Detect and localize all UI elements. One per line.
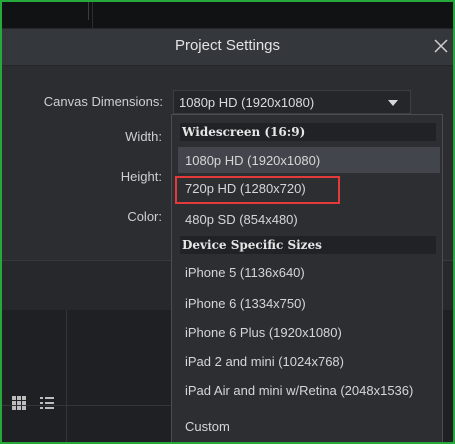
height-label: Height: bbox=[120, 169, 162, 184]
divider bbox=[88, 2, 89, 20]
grid-view-icon[interactable] bbox=[12, 396, 26, 410]
dropdown-item-iphone5[interactable]: iPhone 5 (1136x640) bbox=[185, 265, 305, 280]
dropdown-item-480p[interactable]: 480p SD (854x480) bbox=[185, 212, 298, 227]
color-label: Color: bbox=[127, 209, 162, 224]
canvas-dimensions-label: Canvas Dimensions: bbox=[43, 94, 163, 109]
dropdown-item-ipad-air-retina[interactable]: iPad Air and mini w/Retina (2048x1536) bbox=[185, 383, 413, 398]
dropdown-item-iphone6[interactable]: iPhone 6 (1334x750) bbox=[185, 296, 306, 311]
dropdown-group-header: Device Specific Sizes bbox=[180, 236, 436, 254]
close-icon[interactable] bbox=[433, 38, 449, 54]
dropdown-group-header: Widescreen (16:9) bbox=[180, 123, 436, 141]
dialog-title: Project Settings bbox=[174, 37, 281, 54]
dropdown-item-ipad2-mini[interactable]: iPad 2 and mini (1024x768) bbox=[185, 354, 344, 369]
dialog-title-bar: Project Settings bbox=[0, 28, 455, 66]
divider bbox=[66, 310, 67, 444]
select-value: 1080p HD (1920x1080) bbox=[179, 95, 315, 110]
dropdown-item-1080p[interactable]: 1080p HD (1920x1080) bbox=[185, 153, 320, 168]
dropdown-item-720p[interactable]: 720p HD (1280x720) bbox=[185, 181, 306, 196]
width-label: Width: bbox=[125, 129, 162, 144]
canvas-dimensions-select[interactable]: 1080p HD (1920x1080) bbox=[173, 90, 411, 114]
canvas-dimensions-dropdown: Widescreen (16:9) 1080p HD (1920x1080) 7… bbox=[171, 114, 443, 444]
dropdown-item-iphone6plus[interactable]: iPhone 6 Plus (1920x1080) bbox=[185, 325, 342, 340]
dropdown-item-custom[interactable]: Custom bbox=[185, 419, 230, 434]
list-view-icon[interactable] bbox=[40, 396, 54, 410]
background-window-top bbox=[0, 0, 455, 28]
divider bbox=[92, 0, 93, 28]
dropdown-caret-icon bbox=[388, 100, 398, 106]
